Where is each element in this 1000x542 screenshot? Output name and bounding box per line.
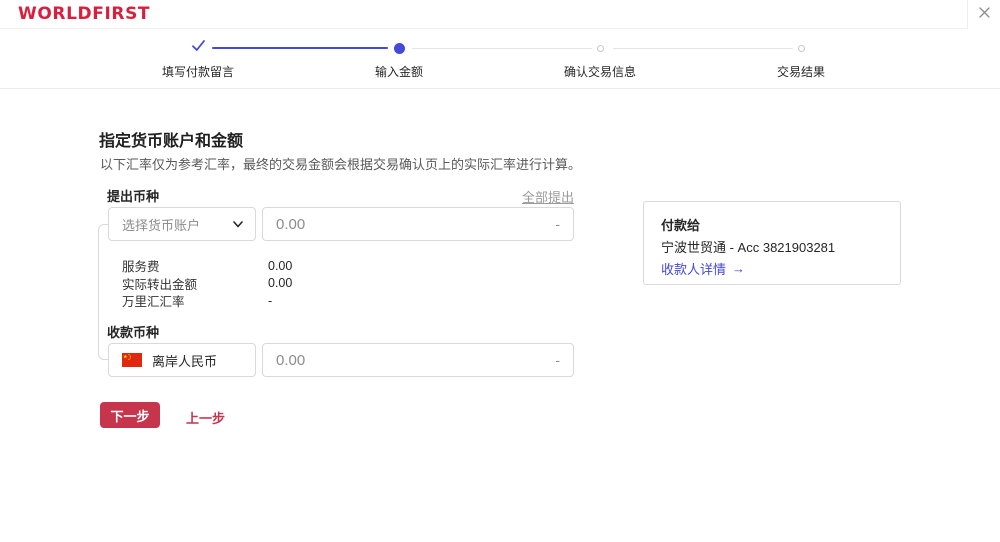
pending-step-circle-icon — [597, 45, 604, 52]
detail-value: 0.00 — [268, 259, 292, 273]
page-subtitle: 以下汇率仅为参考汇率，最终的交易金额会根据交易确认页上的实际汇率进行计算。 — [100, 154, 581, 173]
arrow-right-icon: → — [732, 261, 745, 276]
detail-label: 服务费 — [122, 256, 268, 275]
source-account-select-value: 选择货币账户 — [122, 215, 200, 234]
target-currency-value: 离岸人民币 — [152, 351, 217, 370]
target-amount-suffix: - — [555, 352, 560, 368]
step-label: 填写付款留言 — [128, 63, 268, 80]
previous-step-link[interactable]: 上一步 — [186, 408, 225, 427]
step-enter-amount: 输入金额 — [329, 39, 469, 80]
detail-row-exchange-rate: 万里汇汇率 - — [122, 292, 442, 310]
detail-label: 实际转出金额 — [122, 274, 268, 293]
detail-value: - — [268, 294, 272, 308]
detail-label: 万里汇汇率 — [122, 291, 268, 310]
detail-value: 0.00 — [268, 276, 292, 290]
payee-account: 宁波世贸通 - Acc 3821903281 — [661, 237, 835, 256]
step-fill-payment-note: 填写付款留言 — [128, 39, 268, 80]
china-flag-icon — [122, 353, 142, 367]
payee-panel: 付款给 宁波世贸通 - Acc 3821903281 收款人详情 → — [643, 201, 901, 285]
close-icon — [978, 6, 991, 24]
close-button[interactable] — [967, 0, 1000, 29]
payment-page: WORLDFIRST 填写付款留言 输入金额 确认交易信息 — [0, 0, 1000, 542]
target-currency-label: 收款币种 — [107, 322, 159, 341]
pending-step-circle-icon — [798, 45, 805, 52]
source-amount-field: - — [262, 207, 574, 241]
detail-row-service-fee: 服务费 0.00 — [122, 257, 442, 275]
target-currency-select[interactable]: 离岸人民币 — [108, 343, 256, 377]
fee-details: 服务费 0.00 实际转出金额 0.00 万里汇汇率 - — [122, 257, 442, 310]
withdraw-all-link[interactable]: 全部提出 — [474, 187, 574, 206]
target-amount-input[interactable] — [276, 352, 547, 369]
source-account-select[interactable]: 选择货币账户 — [108, 207, 256, 241]
check-icon — [190, 38, 207, 58]
step-confirm-transaction: 确认交易信息 — [530, 39, 670, 80]
payee-details-link-text: 收款人详情 — [661, 259, 726, 278]
source-currency-label: 提出币种 — [107, 186, 159, 205]
step-label: 交易结果 — [731, 63, 871, 80]
header: WORLDFIRST — [0, 0, 1000, 29]
target-amount-field: - — [262, 343, 574, 377]
step-transaction-result: 交易结果 — [731, 39, 871, 80]
source-amount-input[interactable] — [276, 216, 547, 233]
page-title: 指定货币账户和金额 — [99, 127, 243, 151]
payee-details-link[interactable]: 收款人详情 → — [661, 259, 745, 278]
step-label: 确认交易信息 — [530, 63, 670, 80]
payee-title: 付款给 — [661, 215, 700, 234]
stepper: 填写付款留言 输入金额 确认交易信息 交易结果 — [0, 29, 1000, 89]
next-step-button[interactable]: 下一步 — [100, 402, 160, 428]
worldfirst-logo: WORLDFIRST — [18, 4, 150, 24]
chevron-down-icon — [231, 217, 245, 231]
active-step-dot-icon — [394, 43, 405, 54]
detail-row-actual-transfer: 实际转出金额 0.00 — [122, 275, 442, 293]
source-amount-suffix: - — [555, 216, 560, 232]
step-label: 输入金额 — [329, 63, 469, 80]
